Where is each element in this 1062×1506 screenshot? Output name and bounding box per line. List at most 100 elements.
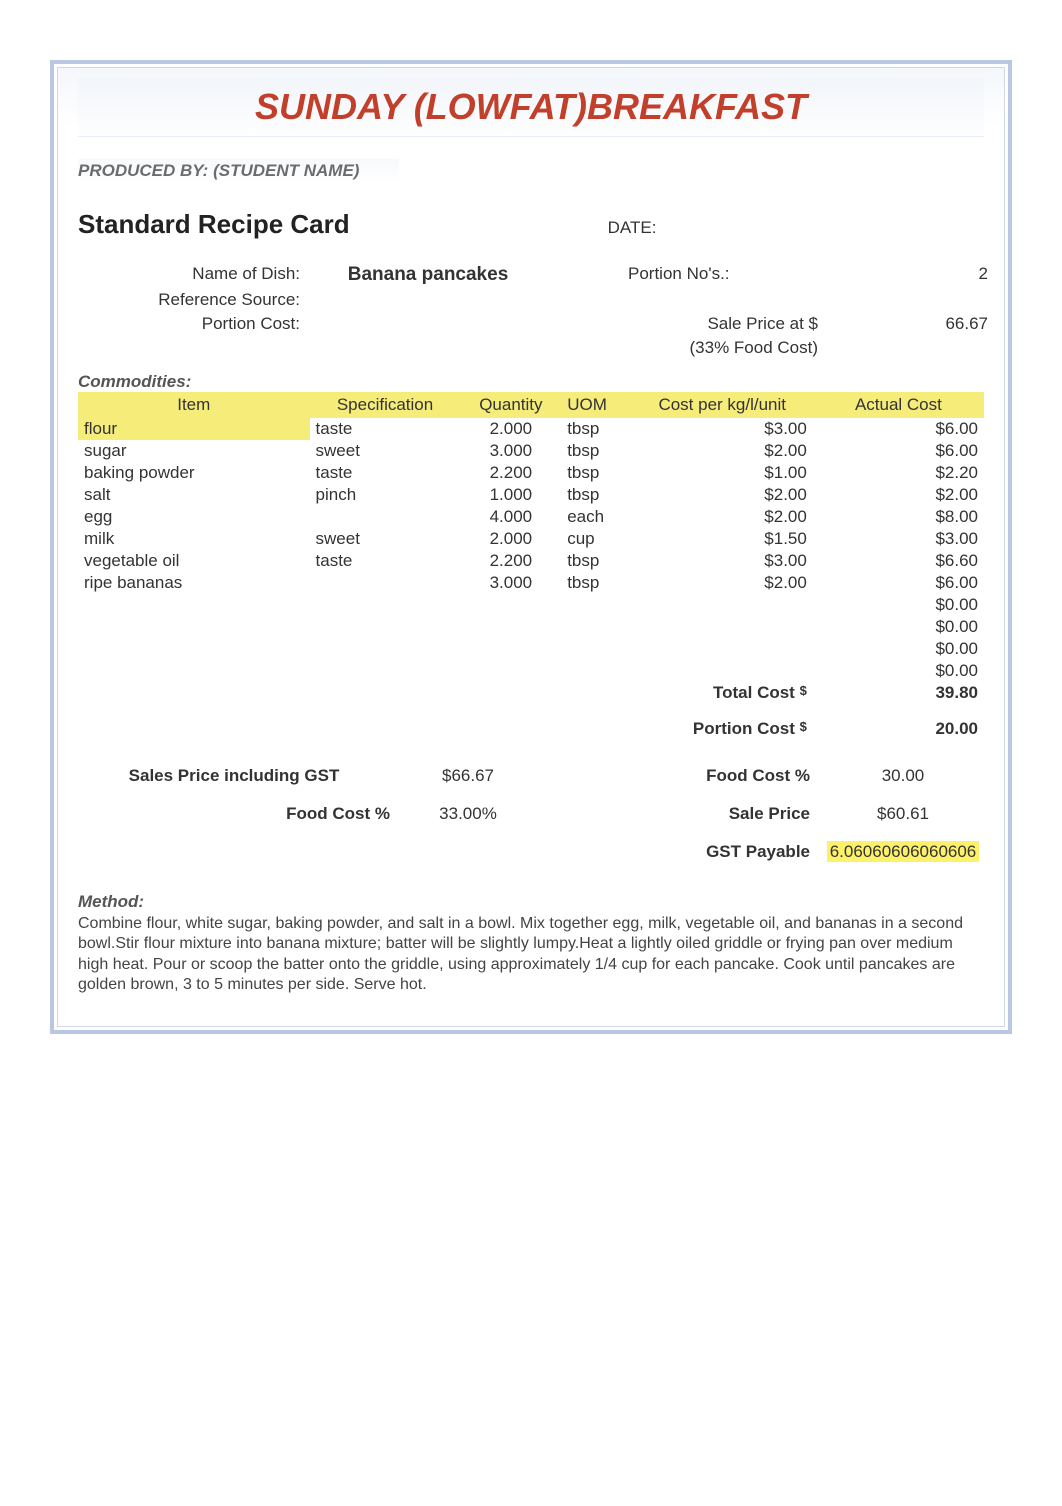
cell-spec: sweet bbox=[310, 528, 461, 550]
method-heading: Method: bbox=[78, 892, 984, 912]
cell-qty: 2.000 bbox=[461, 528, 562, 550]
col-qty: Quantity bbox=[461, 392, 562, 418]
cell-item: vegetable oil bbox=[78, 550, 310, 572]
table-row: flourtaste2.000tbsp$3.00$6.00 bbox=[78, 418, 984, 440]
cell-uom: tbsp bbox=[561, 484, 631, 506]
cell-uom: tbsp bbox=[561, 462, 631, 484]
cell-actual: $2.00 bbox=[813, 484, 984, 506]
cell-spec bbox=[310, 594, 461, 616]
food-cost-pct-right-label: Food Cost % bbox=[618, 766, 818, 786]
cell-spec bbox=[310, 616, 461, 638]
cell-actual: $0.00 bbox=[813, 660, 984, 682]
produced-by: PRODUCED BY: (STUDENT NAME) bbox=[78, 159, 399, 183]
cell-qty: 3.000 bbox=[461, 440, 562, 462]
cell-uom bbox=[561, 660, 631, 682]
cell-actual: $0.00 bbox=[813, 594, 984, 616]
cell-qty: 3.000 bbox=[461, 572, 562, 594]
portion-nos-label: Portion No's.: bbox=[618, 264, 818, 286]
commodities-table: Item Specification Quantity UOM Cost per… bbox=[78, 392, 984, 740]
cell-item: milk bbox=[78, 528, 310, 550]
cell-qty: 1.000 bbox=[461, 484, 562, 506]
cell-actual: $0.00 bbox=[813, 616, 984, 638]
cell-spec bbox=[310, 572, 461, 594]
cell-qty: 2.200 bbox=[461, 550, 562, 572]
cell-spec: pinch bbox=[310, 484, 461, 506]
cell-cpu: $1.00 bbox=[632, 462, 813, 484]
portion-nos-value: 2 bbox=[818, 264, 988, 286]
table-row: $0.00 bbox=[78, 660, 984, 682]
cell-spec bbox=[310, 638, 461, 660]
total-cost-label: Total Cost bbox=[713, 683, 795, 702]
cell-qty: 4.000 bbox=[461, 506, 562, 528]
cell-cpu: $2.00 bbox=[632, 440, 813, 462]
col-spec: Specification bbox=[310, 392, 461, 418]
food-cost-pct-left-value: 33.00% bbox=[398, 804, 538, 824]
cell-cpu: $3.00 bbox=[632, 550, 813, 572]
cell-actual: $6.00 bbox=[813, 440, 984, 462]
cell-actual: $8.00 bbox=[813, 506, 984, 528]
table-row: $0.00 bbox=[78, 638, 984, 660]
cell-uom: tbsp bbox=[561, 550, 631, 572]
cell-uom: cup bbox=[561, 528, 631, 550]
portion-cost-top-label: Portion Cost: bbox=[78, 314, 308, 334]
cell-cpu bbox=[632, 616, 813, 638]
cell-uom: tbsp bbox=[561, 418, 631, 440]
cell-uom bbox=[561, 616, 631, 638]
sale-price-at-value: 66.67 bbox=[818, 314, 988, 334]
cell-item: flour bbox=[78, 418, 310, 440]
cell-qty bbox=[461, 660, 562, 682]
cell-cpu bbox=[632, 660, 813, 682]
col-uom: UOM bbox=[561, 392, 631, 418]
portion-cost-row: Portion Cost $ 20.00 bbox=[78, 718, 984, 740]
dish-name: Banana pancakes bbox=[308, 264, 548, 286]
table-row: sugarsweet3.000tbsp$2.00$6.00 bbox=[78, 440, 984, 462]
sale-price-value: $60.61 bbox=[818, 804, 988, 824]
sales-price-gst-label: Sales Price including GST bbox=[78, 766, 398, 786]
cell-qty bbox=[461, 594, 562, 616]
portion-cost-label: Portion Cost bbox=[693, 719, 795, 738]
cell-cpu bbox=[632, 594, 813, 616]
cell-item bbox=[78, 594, 310, 616]
cell-spec: taste bbox=[310, 418, 461, 440]
cell-qty: 2.000 bbox=[461, 418, 562, 440]
cell-actual: $6.00 bbox=[813, 572, 984, 594]
cell-item bbox=[78, 638, 310, 660]
table-row: $0.00 bbox=[78, 616, 984, 638]
cell-qty bbox=[461, 638, 562, 660]
cell-qty: 2.200 bbox=[461, 462, 562, 484]
cell-item bbox=[78, 616, 310, 638]
cell-item: sugar bbox=[78, 440, 310, 462]
table-header-row: Item Specification Quantity UOM Cost per… bbox=[78, 392, 984, 418]
portion-cost-value: 20.00 bbox=[813, 718, 984, 740]
table-row: baking powdertaste2.200tbsp$1.00$2.20 bbox=[78, 462, 984, 484]
gst-payable-value: 6.06060606060606 bbox=[827, 841, 980, 862]
cell-actual: $2.20 bbox=[813, 462, 984, 484]
food-cost-pct-left-label: Food Cost % bbox=[78, 804, 398, 824]
cell-item: salt bbox=[78, 484, 310, 506]
table-row: $0.00 bbox=[78, 594, 984, 616]
cell-item: egg bbox=[78, 506, 310, 528]
header-grid: Name of Dish: Banana pancakes Portion No… bbox=[78, 264, 984, 358]
total-cost-value: 39.80 bbox=[813, 682, 984, 704]
cell-uom bbox=[561, 638, 631, 660]
cell-cpu: $2.00 bbox=[632, 572, 813, 594]
cell-cpu bbox=[632, 638, 813, 660]
commodities-heading: Commodities: bbox=[78, 372, 984, 392]
cell-qty bbox=[461, 616, 562, 638]
col-item: Item bbox=[78, 392, 310, 418]
name-of-dish-label: Name of Dish: bbox=[78, 264, 308, 286]
table-row: saltpinch1.000tbsp$2.00$2.00 bbox=[78, 484, 984, 506]
sale-price-at-label: Sale Price at $ bbox=[618, 314, 818, 334]
cell-item: baking powder bbox=[78, 462, 310, 484]
cell-spec: taste bbox=[310, 462, 461, 484]
sales-price-gst-value: $66.67 bbox=[398, 766, 538, 786]
cell-cpu: $2.00 bbox=[632, 484, 813, 506]
table-row: vegetable oiltaste2.200tbsp$3.00$6.60 bbox=[78, 550, 984, 572]
table-row: milksweet2.000cup$1.50$3.00 bbox=[78, 528, 984, 550]
table-row: egg4.000each$2.00$8.00 bbox=[78, 506, 984, 528]
cell-actual: $0.00 bbox=[813, 638, 984, 660]
col-cpu: Cost per kg/l/unit bbox=[632, 392, 813, 418]
card-inner: SUNDAY (LOWFAT)BREAKFAST PRODUCED BY: (S… bbox=[57, 67, 1005, 1027]
cell-spec bbox=[310, 506, 461, 528]
card-heading: Standard Recipe Card bbox=[78, 209, 350, 240]
